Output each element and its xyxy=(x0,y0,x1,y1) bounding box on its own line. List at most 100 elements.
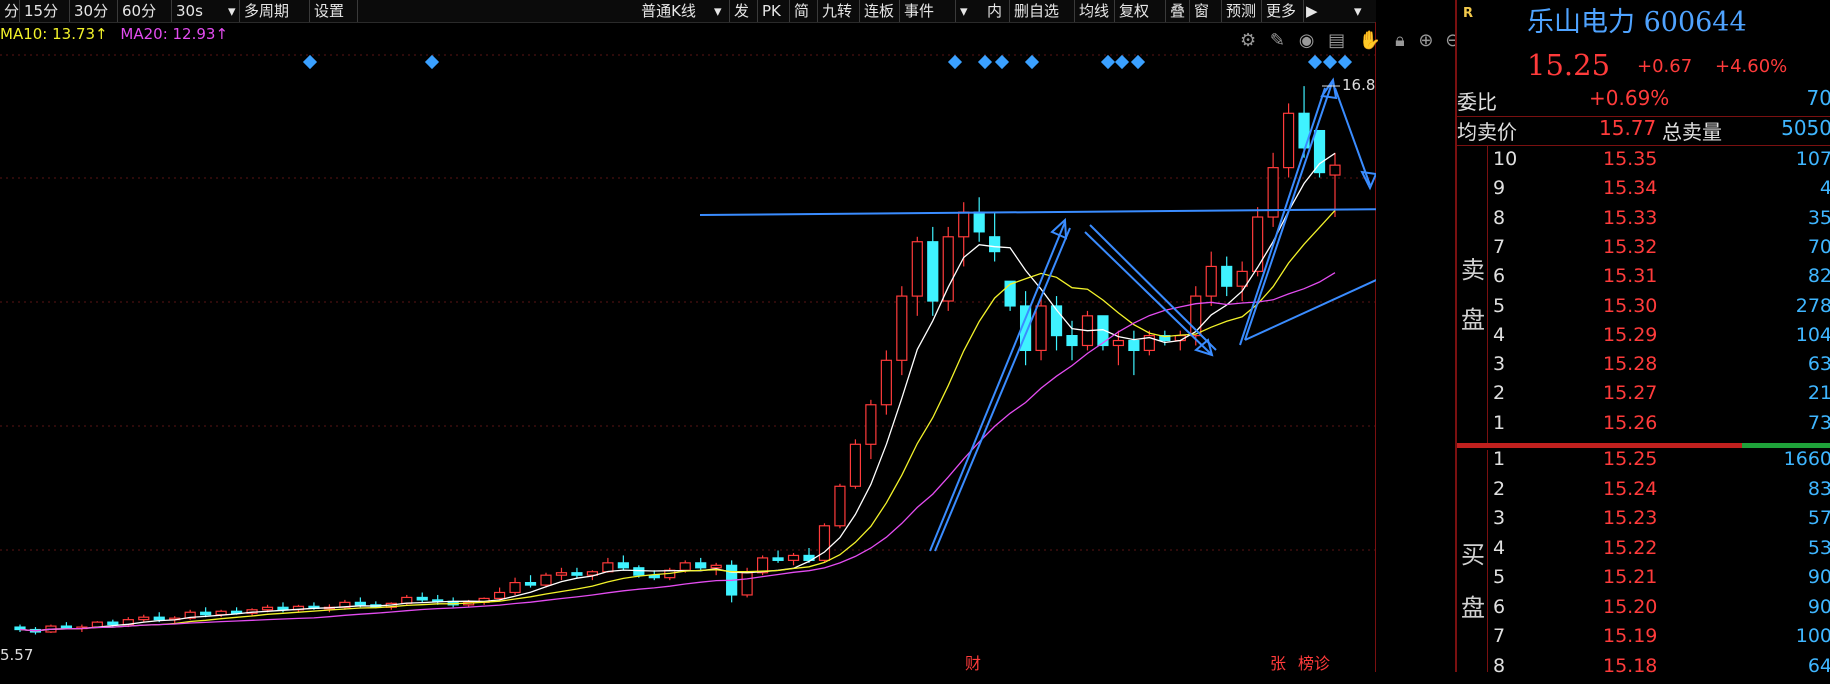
candle-body[interactable] xyxy=(602,562,614,573)
bid-row[interactable]: 6 15.20 90 xyxy=(1493,596,1830,625)
eye-icon[interactable]: ◉ xyxy=(1299,30,1315,51)
candle-body[interactable] xyxy=(540,574,552,586)
candle-body[interactable] xyxy=(958,211,970,238)
drawn-trendline[interactable] xyxy=(934,227,1071,552)
candle-body[interactable] xyxy=(1252,216,1264,272)
event-marker-icon[interactable] xyxy=(994,54,1010,70)
bottom-marker-cai[interactable]: 财 xyxy=(965,650,981,674)
bid-row[interactable]: 2 15.24 83 xyxy=(1493,478,1830,507)
ask-price: 15.26 xyxy=(1603,411,1658,434)
bid-row[interactable]: 1 15.25 1660 xyxy=(1493,448,1830,477)
ask-row[interactable]: 2 15.27 21 xyxy=(1493,382,1830,411)
candle-body[interactable] xyxy=(911,241,923,297)
event-marker-icon[interactable] xyxy=(1322,54,1338,70)
candle-body[interactable] xyxy=(571,572,583,576)
ask-level: 2 xyxy=(1493,382,1506,405)
bid-row[interactable]: 8 15.18 64 xyxy=(1493,655,1830,684)
candle-body[interactable] xyxy=(1236,270,1248,287)
ask-row[interactable]: 8 15.33 35 xyxy=(1493,207,1830,236)
candle-body[interactable] xyxy=(849,443,862,487)
settings-icon[interactable]: ⚙ xyxy=(1240,30,1256,51)
candle-body[interactable] xyxy=(834,485,846,527)
candle-body[interactable] xyxy=(138,616,150,621)
event-marker-icon[interactable] xyxy=(977,54,993,70)
ask-row[interactable]: 7 15.32 70 xyxy=(1493,236,1830,265)
candle-body[interactable] xyxy=(1313,129,1326,174)
candle-body[interactable] xyxy=(493,591,506,600)
candle-body[interactable] xyxy=(818,525,831,561)
event-marker-icon[interactable] xyxy=(947,54,963,70)
pen-icon[interactable]: ✎ xyxy=(1270,30,1285,51)
candle-body[interactable] xyxy=(555,572,568,576)
candle-body[interactable] xyxy=(1128,339,1140,352)
ask-row[interactable]: 4 15.29 104 xyxy=(1493,324,1830,353)
bid-row[interactable]: 4 15.22 53 xyxy=(1493,537,1830,566)
avg-label: 均卖价 xyxy=(1457,120,1517,144)
bottom-marker-bangzhen[interactable]: 榜诊 xyxy=(1298,650,1330,674)
candle-body[interactable] xyxy=(416,596,428,601)
event-marker-icon[interactable] xyxy=(1100,54,1116,70)
candle-body[interactable] xyxy=(1221,265,1233,287)
candle-body[interactable] xyxy=(927,241,939,302)
hand-icon[interactable]: ✋ xyxy=(1359,30,1381,51)
ask-row[interactable]: 6 15.31 82 xyxy=(1493,265,1830,294)
bid-row[interactable]: 5 15.21 90 xyxy=(1493,566,1830,595)
candle-body[interactable] xyxy=(200,611,212,616)
candle-body[interactable] xyxy=(153,616,165,621)
bid-volume: 53 xyxy=(1807,536,1830,559)
zoom-in-icon[interactable]: ⊕ xyxy=(1418,30,1433,51)
candle-body[interactable] xyxy=(1066,334,1078,347)
drawn-trendline[interactable] xyxy=(1089,224,1217,351)
candle-body[interactable] xyxy=(679,562,691,571)
event-marker-icon[interactable] xyxy=(302,54,318,70)
kline-chart[interactable]: 17.4814.9912.489.977.4616.855.57 xyxy=(0,0,1376,672)
candle-body[interactable] xyxy=(896,295,908,361)
lock-icon[interactable]: 🔒︎ xyxy=(1395,30,1405,51)
store-icon[interactable]: ▤ xyxy=(1328,30,1345,51)
ask-row[interactable]: 9 15.34 4 xyxy=(1493,177,1830,206)
event-marker-icon[interactable] xyxy=(1307,54,1323,70)
candle-body[interactable] xyxy=(880,359,892,406)
candle-body[interactable] xyxy=(1329,164,1341,176)
candle-body[interactable] xyxy=(772,557,784,561)
candle-body[interactable] xyxy=(215,610,227,616)
bid-row[interactable]: 3 15.23 57 xyxy=(1493,507,1830,536)
candle-body[interactable] xyxy=(261,606,274,611)
candle-body[interactable] xyxy=(1112,339,1125,347)
candle-body[interactable] xyxy=(787,554,800,561)
avg-value: 15.77 xyxy=(1599,116,1657,140)
candle-body[interactable] xyxy=(633,567,645,576)
candle-body[interactable] xyxy=(741,572,753,596)
candle-body[interactable] xyxy=(989,236,1001,253)
event-marker-icon[interactable] xyxy=(1337,54,1353,70)
ask-row[interactable]: 5 15.30 278 xyxy=(1493,295,1830,324)
candle-body[interactable] xyxy=(695,562,707,569)
candle-body[interactable] xyxy=(942,236,954,302)
ask-level: 7 xyxy=(1493,235,1506,258)
bid-volume: 83 xyxy=(1807,477,1830,500)
ask-row[interactable]: 10 15.35 107 xyxy=(1493,148,1830,177)
ask-row[interactable]: 1 15.26 73 xyxy=(1493,412,1830,441)
bottom-marker-zhang[interactable]: 张 xyxy=(1270,650,1286,674)
candle-body[interactable] xyxy=(107,621,119,626)
candle-body[interactable] xyxy=(277,606,289,611)
event-marker-icon[interactable] xyxy=(1114,54,1130,70)
ask-row[interactable]: 3 15.28 63 xyxy=(1493,353,1830,382)
candle-body[interactable] xyxy=(354,601,366,606)
candle-body[interactable] xyxy=(710,564,722,569)
candle-body[interactable] xyxy=(509,582,521,594)
event-marker-icon[interactable] xyxy=(424,54,440,70)
candle-body[interactable] xyxy=(524,582,537,586)
candle-body[interactable] xyxy=(1205,265,1217,297)
candle-body[interactable] xyxy=(1035,305,1047,352)
event-marker-icon[interactable] xyxy=(1024,54,1040,70)
candle-body[interactable] xyxy=(865,404,877,445)
candle-body[interactable] xyxy=(617,562,629,569)
bid-row[interactable]: 7 15.19 100 xyxy=(1493,625,1830,654)
drawn-trendline[interactable] xyxy=(1244,212,1376,341)
candle-body[interactable] xyxy=(973,211,985,233)
candle-body[interactable] xyxy=(60,625,73,629)
ask-level: 1 xyxy=(1493,411,1506,434)
event-marker-icon[interactable] xyxy=(1130,54,1146,70)
candle-body[interactable] xyxy=(1282,112,1295,169)
